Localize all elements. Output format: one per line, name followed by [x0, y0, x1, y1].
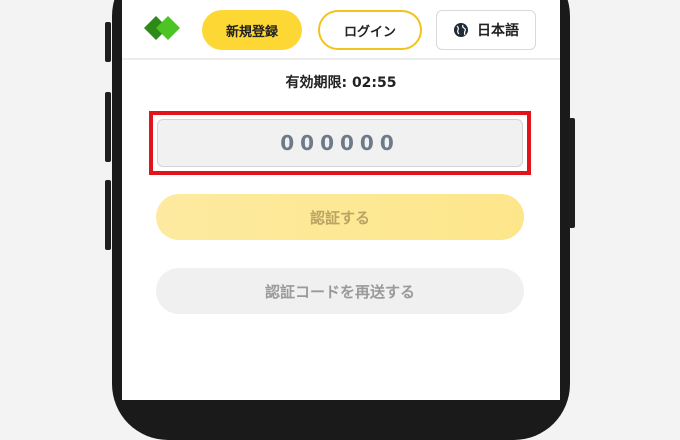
phone-power-button [569, 118, 575, 228]
register-button[interactable]: 新規登録 [202, 10, 302, 50]
resend-code-button-label: 認証コードを再送する [264, 282, 415, 301]
top-header: 新規登録 ログイン 日本語 [122, 0, 560, 60]
app-screen: 新規登録 ログイン 日本語 有効期限: 02:55 認証する 認証コードを再送す… [122, 0, 560, 400]
login-button[interactable]: ログイン [318, 10, 422, 50]
phone-side-button [105, 22, 111, 62]
globe-icon [454, 23, 468, 37]
green-diamond-logo-icon[interactable] [142, 8, 182, 48]
verification-code-input[interactable] [157, 119, 523, 167]
verify-button[interactable]: 認証する [156, 194, 524, 240]
resend-code-button[interactable]: 認証コードを再送する [156, 268, 524, 314]
expiry-timer: 有効期限: 02:55 [285, 75, 397, 91]
language-selector[interactable]: 日本語 [436, 10, 536, 50]
login-button-label: ログイン [343, 24, 396, 40]
register-button-label: 新規登録 [225, 24, 278, 40]
phone-volume-up-button [105, 92, 111, 162]
phone-volume-down-button [105, 180, 111, 250]
verify-button-label: 認証する [309, 208, 370, 227]
language-label: 日本語 [477, 23, 519, 39]
